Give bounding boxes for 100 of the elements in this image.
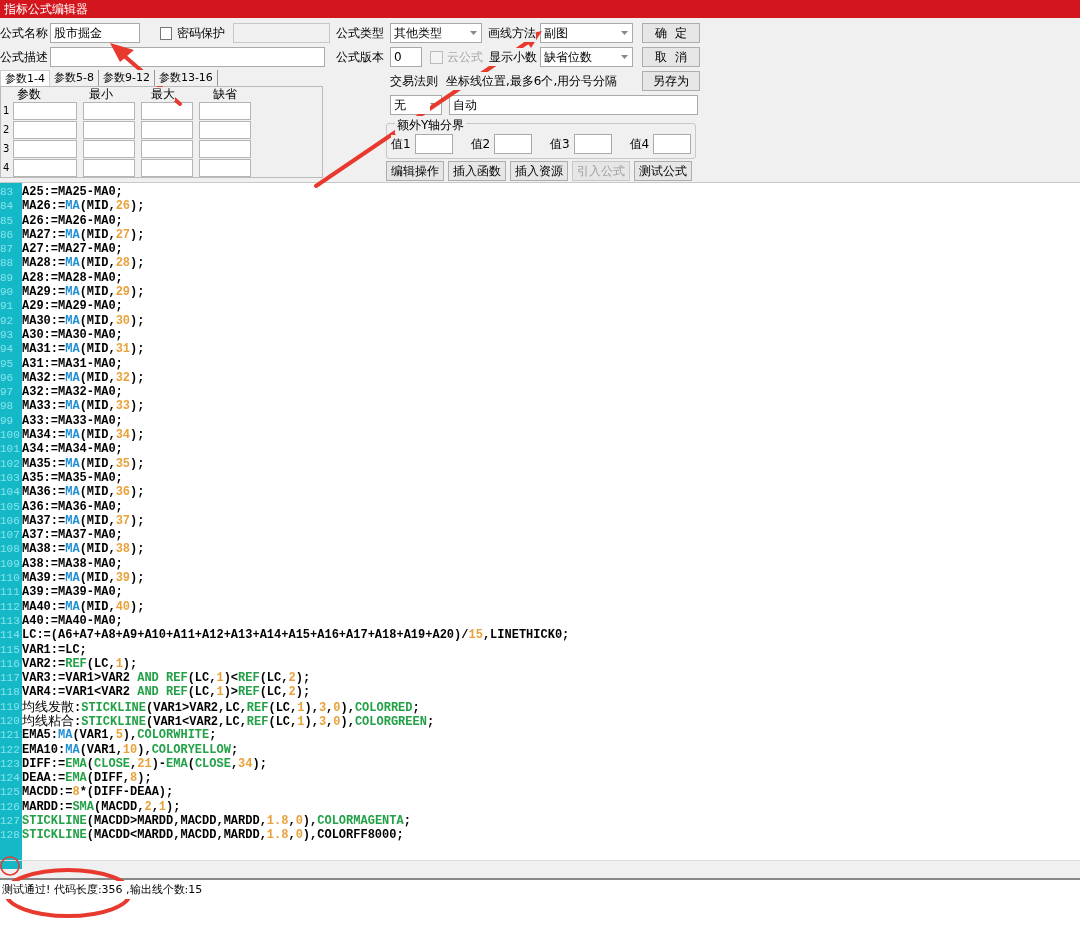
param-input[interactable] xyxy=(141,120,193,139)
checkbox[interactable] xyxy=(159,26,173,40)
action-button[interactable]: 编辑操作 xyxy=(386,161,444,181)
window-title: 指标公式编辑器 xyxy=(0,0,1080,18)
code-line: VAR3:=VAR1>VAR2 AND REF(LC,1)<REF(LC,2); xyxy=(22,671,312,686)
code-line: STICKLINE(MACDD>MARDD,MACDD,MARDD,1.8,0),COLORMAGENTA; xyxy=(22,814,412,829)
line-number: 113 xyxy=(0,613,21,629)
code-line: A35:=MA35-MA0; xyxy=(22,470,124,486)
code-line: VAR1:=LC; xyxy=(22,642,88,657)
name-field[interactable]: 股市掘金 xyxy=(50,23,140,43)
code-line: MA32:=MA(MID,32); xyxy=(22,370,146,386)
draw-method-dropdown[interactable]: 副图 xyxy=(540,23,633,43)
line-number: 100 xyxy=(0,428,21,443)
action-button[interactable]: 测试公式 xyxy=(634,161,692,181)
line-number: 119 xyxy=(0,699,21,714)
value-field[interactable] xyxy=(494,134,532,154)
line-number: 124 xyxy=(0,771,21,786)
trade-rule-dropdown[interactable]: 无 xyxy=(390,95,442,115)
code-line: MA30:=MA(MID,30); xyxy=(22,313,146,328)
param-input[interactable] xyxy=(141,139,193,158)
status-message: 测试通过! 代码长度:356 ,输出线个数:15 xyxy=(2,881,203,899)
decimals-dropdown[interactable]: 缺省位数 xyxy=(540,47,633,67)
code-line: MA37:=MA(MID,37); xyxy=(22,513,146,529)
param-input[interactable] xyxy=(199,120,251,139)
code-line: MA33:=MA(MID,33); xyxy=(22,399,146,414)
line-number: 126 xyxy=(0,799,21,815)
param-input[interactable] xyxy=(83,120,135,139)
param-input[interactable] xyxy=(141,101,193,120)
group-label: 额外Y轴分界 xyxy=(395,116,467,134)
line-number: 106 xyxy=(0,513,21,529)
caret-icon xyxy=(621,55,628,59)
horizontal-scrollbar[interactable] xyxy=(0,860,1080,880)
field-label: 坐标线位置,最多6个,用分号分隔 xyxy=(446,72,618,90)
code-line: A29:=MA29-MA0; xyxy=(22,299,124,314)
description-field[interactable] xyxy=(50,47,325,67)
value-field[interactable] xyxy=(414,134,453,154)
password-field[interactable] xyxy=(233,23,330,43)
action-button[interactable]: 插入资源 xyxy=(510,161,568,181)
row-number: 2 xyxy=(3,123,11,137)
field-label: 公式版本 xyxy=(336,48,384,66)
param-tab[interactable]: 参数13-16 xyxy=(154,70,218,86)
code-line: A38:=MA38-MA0; xyxy=(22,556,124,571)
field-label: 显示小数 xyxy=(489,48,537,66)
line-number: 96 xyxy=(0,370,15,386)
code-line: A34:=MA34-MA0; xyxy=(22,442,124,457)
code-line: LC:=(A6+A7+A8+A9+A10+A11+A12+A13+A14+A15+A16+A17+A18+A19+A20)/15,LINETHICK0; xyxy=(22,628,571,643)
code-line: MARDD:=SMA(MACDD,2,1); xyxy=(22,799,182,815)
code-line: A26:=MA26-MA0; xyxy=(22,213,124,228)
code-line: 均线发散:STICKLINE(VAR1>VAR2,LC,REF(LC,1),3,0),COLORRED; xyxy=(22,699,421,714)
type-dropdown[interactable]: 其他类型 xyxy=(390,23,482,43)
param-input[interactable] xyxy=(83,158,135,177)
line-number: 109 xyxy=(0,556,21,571)
row-number: 4 xyxy=(3,161,11,175)
code-line: MA34:=MA(MID,34); xyxy=(22,428,146,443)
param-input[interactable] xyxy=(13,120,77,139)
param-input[interactable] xyxy=(199,139,251,158)
field-label: 值3 xyxy=(550,135,570,153)
code-line: MA27:=MA(MID,27); xyxy=(22,227,146,243)
param-tab[interactable]: 参数1-4 xyxy=(0,70,50,86)
dialog-button[interactable]: 取 消 xyxy=(642,47,700,67)
code-line: MA40:=MA(MID,40); xyxy=(22,599,146,614)
line-number: 117 xyxy=(0,671,21,686)
line-number: 128 xyxy=(0,828,21,843)
action-button[interactable]: 插入函数 xyxy=(448,161,506,181)
value-field[interactable] xyxy=(653,134,691,154)
param-input[interactable] xyxy=(13,139,77,158)
field-label: 公式名称 xyxy=(0,24,48,42)
caret-icon xyxy=(430,103,437,107)
code-line: EMA10:MA(VAR1,10),COLORYELLOW; xyxy=(22,742,240,757)
code-line: MA38:=MA(MID,38); xyxy=(22,542,146,557)
line-number: 108 xyxy=(0,542,21,557)
dialog-button[interactable]: 确 定 xyxy=(642,23,700,43)
line-number: 114 xyxy=(0,628,21,643)
param-input[interactable] xyxy=(199,158,251,177)
line-number: 105 xyxy=(0,499,21,514)
line-number: 91 xyxy=(0,299,15,314)
column-header: 缺省 xyxy=(213,87,237,101)
line-number: 110 xyxy=(0,571,21,586)
param-input[interactable] xyxy=(141,158,193,177)
param-input[interactable] xyxy=(13,101,77,120)
line-number: 102 xyxy=(0,456,21,471)
code-line: A32:=MA32-MA0; xyxy=(22,385,124,400)
line-number: 84 xyxy=(0,199,15,214)
axis-field[interactable]: 自动 xyxy=(449,95,698,115)
annotation-circle xyxy=(0,856,20,876)
code-line: A37:=MA37-MA0; xyxy=(22,528,124,543)
param-input[interactable] xyxy=(83,139,135,158)
line-number: 93 xyxy=(0,327,15,343)
version-field[interactable]: 0 xyxy=(390,47,422,67)
line-number: 89 xyxy=(0,270,15,286)
line-number: 127 xyxy=(0,814,21,829)
line-number: 87 xyxy=(0,242,15,257)
code-line: STICKLINE(MACDD<MARDD,MACDD,MARDD,1.8,0),COLORFF8000; xyxy=(22,828,405,843)
param-input[interactable] xyxy=(83,101,135,120)
line-number: 115 xyxy=(0,642,21,657)
value-field[interactable] xyxy=(573,134,612,154)
dialog-button[interactable]: 另存为 xyxy=(642,71,700,91)
param-input[interactable] xyxy=(199,101,251,120)
param-input[interactable] xyxy=(13,158,77,177)
code-line: MA36:=MA(MID,36); xyxy=(22,485,146,500)
